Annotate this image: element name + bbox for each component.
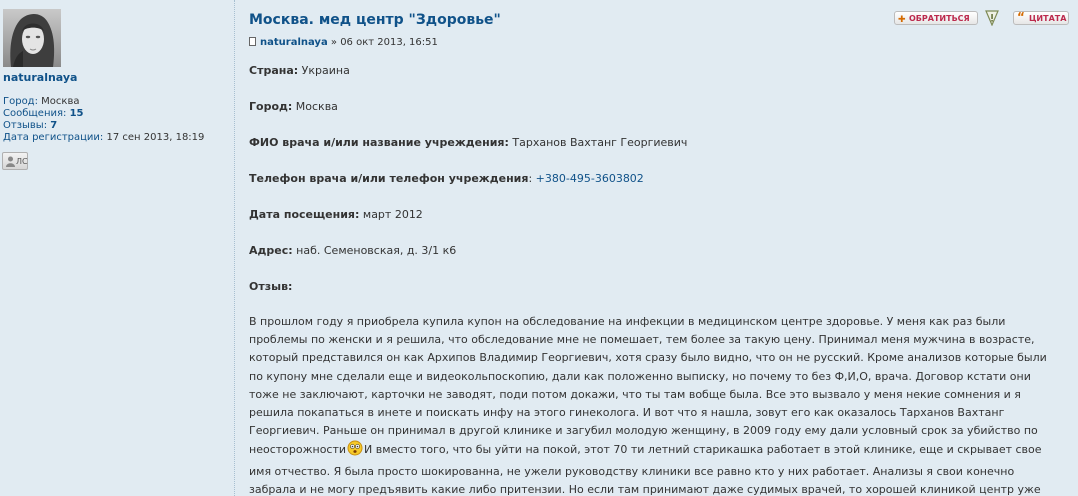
review-line: проблемы по женски и я решила, что обсле… [249,333,1035,347]
profile-city: Город: Москва [3,96,79,107]
field-city: Город: Москва [249,100,338,113]
quote-icon: “ [1017,10,1025,24]
profile-separator [234,0,235,496]
profile-reviews-label: Отзывы: [3,120,48,131]
field-visit-date-label: Дата посещения: [249,208,360,221]
review-line: забрала и не могу предъявить какие либо … [249,482,1041,496]
field-city-label: Город: [249,100,293,113]
field-address-value: наб. Семеновская, д. 3/1 к6 [296,244,457,257]
surprised-smiley-icon [347,440,363,462]
report-button[interactable] [985,10,999,28]
quote-button-label: ЦИТАТА [1029,14,1067,23]
contact-icon: ✚ [898,15,906,25]
profile-reviews-value[interactable]: 7 [50,120,57,131]
profile-reg-label: Дата регистрации: [3,132,104,143]
contact-button[interactable]: ✚ ОБРАТИТЬСЯ [894,11,978,25]
profile-city-label: Город: [3,96,38,107]
profile-reg-value: 17 сен 2013, 18:19 [106,132,205,143]
review-line: неосторожности И вместо того, что бы уйти… [249,440,1074,462]
profile-posts-label: Сообщения: [3,108,67,119]
pm-button[interactable]: ЛС [2,152,28,170]
pm-label: ЛС [16,157,28,166]
profile-posts: Сообщения: 15 [3,108,84,119]
review-line: В прошлом году я приобрела купила купон … [249,315,1006,328]
field-visit-date: Дата посещения: март 2012 [249,208,423,221]
review-line: по купону мне сделали еще и видеокольпос… [249,369,1031,383]
field-address-label: Адрес: [249,244,293,257]
avatar[interactable] [3,9,61,67]
review-text: В прошлом году я приобрела купила купон … [249,313,1074,496]
field-phone: Телефон врача и/или телефон учреждения: … [249,172,644,185]
field-country: Страна: Украина [249,64,350,77]
review-line-part: И вместо того, что бы уйти на покой, это… [364,443,1042,457]
field-country-value: Украина [301,64,350,77]
post-date: » 06 окт 2013, 16:51 [330,37,438,48]
post-profile: naturalnaya Город: Москва Сообщения: 15 … [0,0,234,496]
field-city-value: Москва [295,100,338,113]
field-doctor-value: Тарханов Вахтанг Георгиевич [512,136,688,149]
field-doctor: ФИО врача и/или название учреждения: Тар… [249,136,687,149]
review-line: решила покапаться в инете и поискать инф… [249,406,1005,420]
field-phone-sep: : [528,172,533,185]
profile-city-value: Москва [41,96,80,107]
field-phone-value[interactable]: +380-495-3603802 [536,172,644,185]
review-line: имя отчество. Я была просто шокированна,… [249,464,1015,478]
profile-username[interactable]: naturalnaya [3,71,77,84]
review-line: который представился он как Архипов Влад… [249,351,1047,365]
field-address: Адрес: наб. Семеновская, д. 3/1 к6 [249,244,456,257]
field-phone-label: Телефон врача и/или телефон учреждения [249,172,529,185]
review-line-part: неосторожности [249,443,347,457]
review-line: Георгиевич. Раньше он принимал в другой … [249,424,1038,438]
profile-registration: Дата регистрации: 17 сен 2013, 18:19 [3,132,204,143]
post-container: naturalnaya Город: Москва Сообщения: 15 … [0,0,1078,496]
report-warning-icon [985,10,999,28]
pm-user-icon [6,156,15,174]
post-meta: naturalnaya » 06 окт 2013, 16:51 [249,37,438,48]
field-visit-date-value: март 2012 [362,208,423,221]
review-line: тоже не заключают, карточки не заводят, … [249,387,1021,401]
field-review-label: Отзыв: [249,280,293,293]
field-review: Отзыв: [249,280,292,293]
profile-posts-value[interactable]: 15 [70,108,84,119]
field-country-label: Страна: [249,64,299,77]
quote-button[interactable]: “ ЦИТАТА [1013,10,1069,25]
contact-button-label: ОБРАТИТЬСЯ [909,14,970,23]
field-doctor-label: ФИО врача и/или название учреждения: [249,136,509,149]
post-author[interactable]: naturalnaya [260,37,328,48]
post-doc-icon[interactable] [249,37,256,46]
post-title[interactable]: Москва. мед центр "Здоровье" [249,12,501,28]
profile-reviews: Отзывы: 7 [3,120,57,131]
